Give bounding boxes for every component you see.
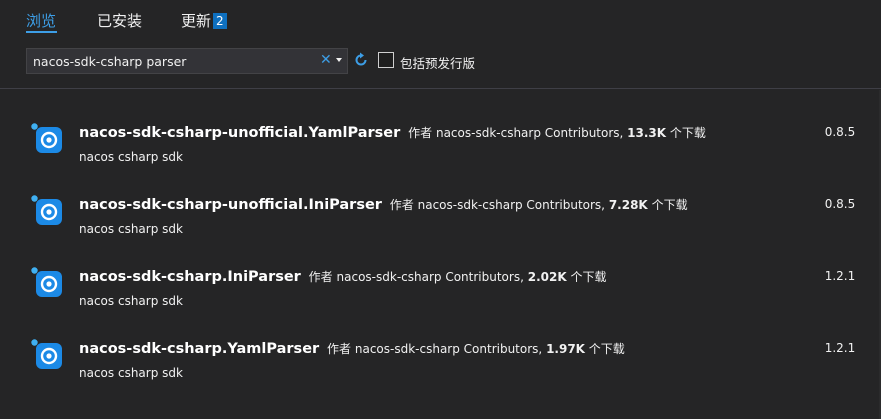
- download-count: 13.3K: [627, 126, 667, 140]
- package-icon: [31, 339, 62, 369]
- package-item[interactable]: nacos-sdk-csharp-unofficial.IniParser 作者…: [30, 192, 870, 248]
- package-version: 1.2.1: [824, 341, 856, 355]
- package-icon: [31, 123, 62, 153]
- package-version: 0.8.5: [824, 125, 856, 139]
- search-input[interactable]: [33, 49, 313, 73]
- package-version: 1.2.1: [824, 269, 856, 283]
- package-icon: [31, 195, 62, 225]
- download-count: 1.97K: [546, 342, 585, 356]
- package-title-line: nacos-sdk-csharp-unofficial.YamlParser 作…: [79, 124, 706, 141]
- refresh-icon[interactable]: [353, 51, 369, 69]
- package-title-line: nacos-sdk-csharp.YamlParser 作者 nacos-sdk…: [79, 340, 625, 357]
- package-item[interactable]: nacos-sdk-csharp-unofficial.YamlParser 作…: [30, 120, 870, 176]
- package-icon: [31, 267, 62, 297]
- package-description: nacos csharp sdk: [79, 150, 183, 164]
- tab-browse[interactable]: 浏览: [26, 10, 56, 31]
- author-prefix: 作者: [327, 342, 352, 356]
- download-suffix: 个下载: [570, 270, 607, 284]
- package-description: nacos csharp sdk: [79, 366, 183, 380]
- active-tab-underline: [26, 31, 57, 33]
- package-item[interactable]: nacos-sdk-csharp.YamlParser 作者 nacos-sdk…: [30, 336, 870, 392]
- download-suffix: 个下载: [669, 126, 706, 140]
- download-count: 2.02K: [527, 270, 567, 284]
- package-author: nacos-sdk-csharp Contributors,: [435, 126, 624, 140]
- package-description: nacos csharp sdk: [79, 294, 183, 308]
- package-description: nacos csharp sdk: [79, 222, 183, 236]
- tab-installed-label: 已安装: [97, 12, 143, 30]
- tab-updates-label: 更新: [181, 12, 212, 30]
- author-prefix: 作者: [389, 198, 414, 212]
- package-author: nacos-sdk-csharp Contributors,: [354, 342, 543, 356]
- package-name: nacos-sdk-csharp.YamlParser: [79, 341, 320, 357]
- package-item[interactable]: nacos-sdk-csharp.IniParser 作者 nacos-sdk-…: [30, 264, 870, 320]
- package-version: 0.8.5: [824, 197, 856, 211]
- updates-count-badge: 2: [213, 13, 227, 29]
- tab-installed[interactable]: 已安装: [97, 10, 142, 31]
- author-prefix: 作者: [408, 126, 433, 140]
- download-suffix: 个下载: [651, 198, 688, 212]
- package-title-line: nacos-sdk-csharp-unofficial.IniParser 作者…: [79, 196, 688, 213]
- prerelease-checkbox[interactable]: [378, 52, 394, 68]
- package-title-line: nacos-sdk-csharp.IniParser 作者 nacos-sdk-…: [79, 268, 606, 285]
- download-suffix: 个下载: [588, 342, 625, 356]
- package-name: nacos-sdk-csharp.IniParser: [79, 269, 301, 285]
- package-name: nacos-sdk-csharp-unofficial.IniParser: [79, 197, 382, 213]
- tab-updates[interactable]: 更新 2: [181, 10, 227, 31]
- prerelease-label: 包括预发行版: [400, 56, 476, 71]
- divider: [0, 88, 881, 89]
- search-box: ✕: [26, 48, 348, 74]
- package-author: nacos-sdk-csharp Contributors,: [417, 198, 605, 212]
- search-row: ✕ 包括预发行版: [26, 48, 866, 74]
- close-icon[interactable]: ✕: [320, 52, 332, 68]
- tab-browse-label: 浏览: [26, 12, 57, 30]
- package-author: nacos-sdk-csharp Contributors,: [336, 270, 524, 284]
- chevron-down-icon[interactable]: [336, 58, 342, 62]
- tab-bar: 浏览 已安装 更新 2: [0, 0, 881, 40]
- author-prefix: 作者: [308, 270, 333, 284]
- package-name: nacos-sdk-csharp-unofficial.YamlParser: [79, 125, 401, 141]
- download-count: 7.28K: [608, 198, 648, 212]
